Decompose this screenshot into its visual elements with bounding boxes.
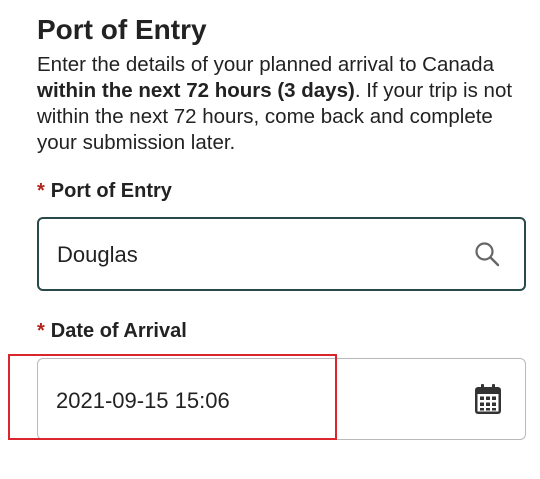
date-of-arrival-label-text: Date of Arrival <box>50 320 187 342</box>
required-asterisk: * <box>37 320 45 342</box>
date-of-arrival-value[interactable]: 2021-09-15 15:06 <box>56 386 230 416</box>
date-of-arrival-input[interactable]: 2021-09-15 15:06 <box>37 358 526 440</box>
port-of-entry-value[interactable]: Douglas <box>57 240 138 270</box>
port-of-entry-input[interactable]: Douglas <box>37 217 526 291</box>
intro-text: Enter the details of your planned arriva… <box>37 52 532 156</box>
calendar-icon[interactable] <box>474 383 502 415</box>
section-title: Port of Entry <box>37 14 207 45</box>
required-asterisk: * <box>37 180 45 202</box>
intro-text-bold: within the next 72 hours (3 days) <box>37 79 355 102</box>
port-of-entry-label-text: Port of Entry <box>50 180 172 202</box>
port-of-entry-page: Port of Entry Enter the details of your … <box>0 0 540 479</box>
port-of-entry-label: * Port of Entry <box>37 178 172 204</box>
date-of-arrival-label: * Date of Arrival <box>37 318 187 344</box>
intro-text-part1: Enter the details of your planned arriva… <box>37 53 494 76</box>
search-icon[interactable] <box>474 241 500 267</box>
